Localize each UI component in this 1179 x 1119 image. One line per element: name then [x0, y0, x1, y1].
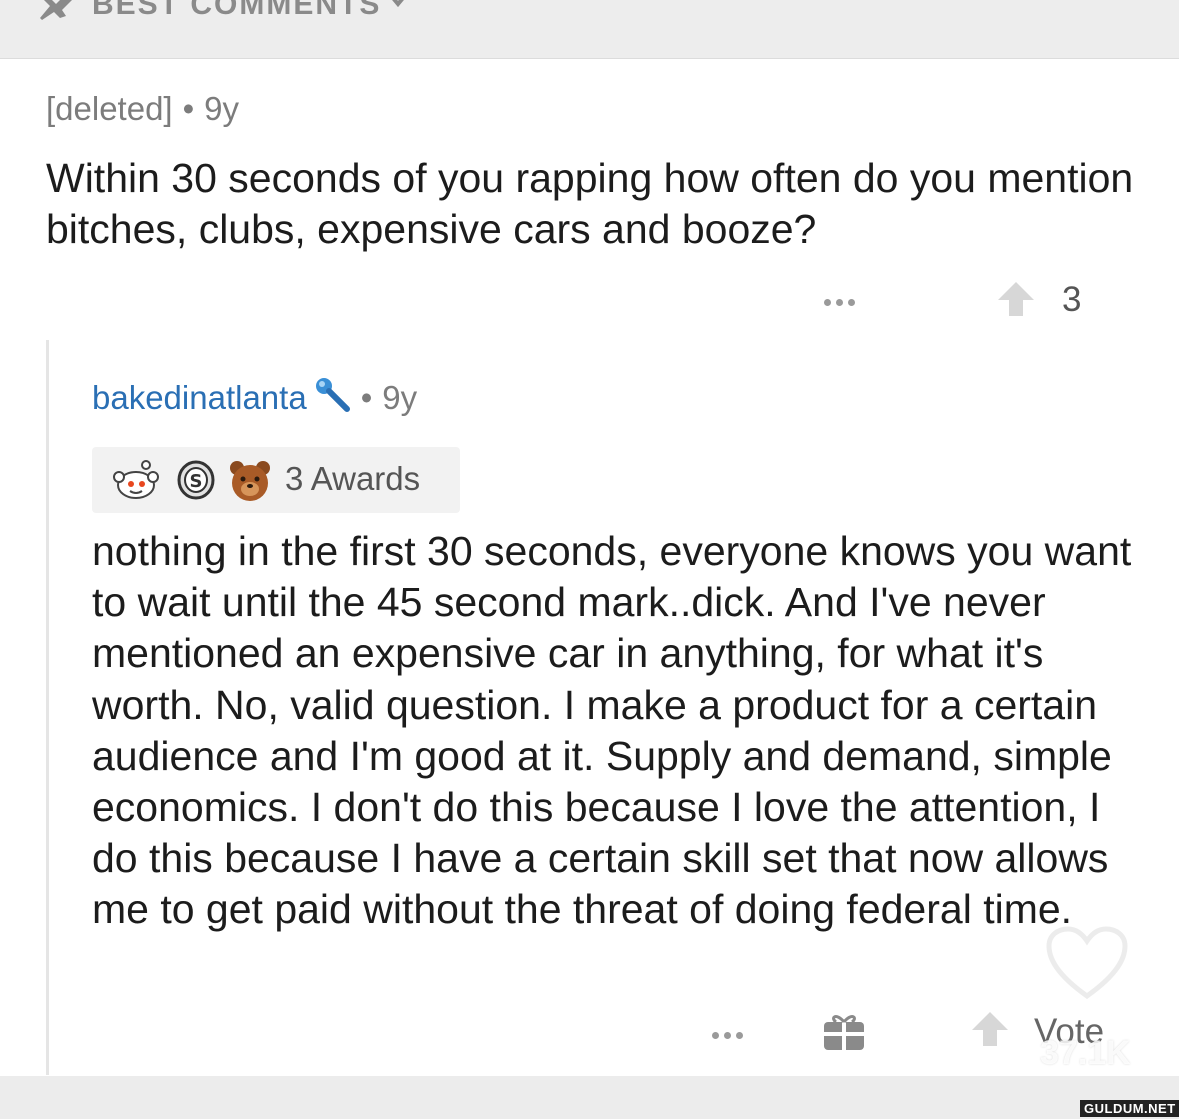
upvote-arrow-icon[interactable]	[996, 280, 1036, 318]
awards-count: 3 Awards	[285, 460, 421, 497]
more-options-button[interactable]	[712, 1026, 752, 1040]
reply-meta: bakedinatlanta • 9y	[92, 375, 417, 417]
like-count: 37.1K	[1040, 1034, 1131, 1072]
meta-separator: •	[182, 90, 195, 127]
pin-icon	[40, 0, 72, 20]
bottom-bar	[0, 1076, 1179, 1119]
award-icon	[230, 461, 270, 501]
watermark-logo: GULDUM.NET	[1080, 1100, 1179, 1117]
comment-meta: [deleted] • 9y	[46, 90, 239, 128]
awards-bar[interactable]: S 3 Awards	[92, 447, 460, 513]
award-icon: S	[177, 460, 215, 500]
award-icon	[113, 460, 159, 499]
reply-age: 9y	[382, 379, 418, 416]
svg-text:S: S	[190, 471, 203, 492]
reply-author[interactable]: bakedinatlanta	[92, 379, 307, 416]
thread-line[interactable]	[46, 340, 49, 1075]
more-options-button[interactable]	[824, 293, 864, 307]
heart-icon[interactable]	[1046, 926, 1128, 1000]
comment-age: 9y	[204, 90, 240, 127]
sort-bar[interactable]: BEST COMMENTS	[0, 0, 1179, 59]
microphone-icon	[315, 378, 350, 412]
sort-label[interactable]: BEST COMMENTS	[92, 0, 381, 22]
comment-score: 3	[1062, 280, 1082, 319]
meta-separator: •	[360, 379, 373, 416]
comment-author[interactable]: [deleted]	[46, 90, 173, 127]
comment-body: Within 30 seconds of you rapping how oft…	[46, 155, 1134, 252]
more-icon	[712, 1032, 719, 1039]
gift-icon[interactable]	[822, 1010, 866, 1052]
upvote-arrow-icon[interactable]	[970, 1010, 1010, 1048]
chevron-down-icon[interactable]	[386, 0, 410, 10]
reply-body: nothing in the first 30 seconds, everyon…	[92, 528, 1132, 933]
more-icon	[824, 299, 831, 306]
